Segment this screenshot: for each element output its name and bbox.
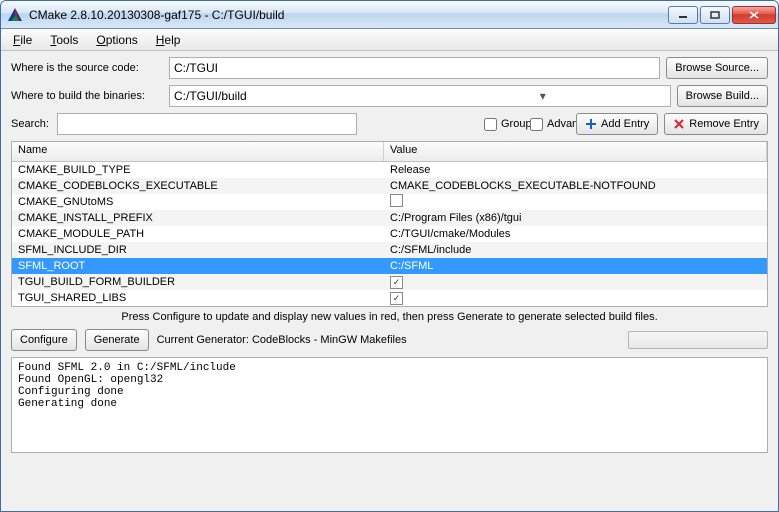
menu-help[interactable]: Help: [148, 31, 189, 49]
minimize-button[interactable]: [668, 6, 698, 24]
output-log[interactable]: Found SFML 2.0 in C:/SFML/include Found …: [11, 357, 768, 453]
cell-value[interactable]: C:/SFML: [384, 260, 767, 272]
cell-name: CMAKE_INSTALL_PREFIX: [12, 212, 384, 224]
table-row[interactable]: TGUI_BUILD_FORM_BUILDER ✓: [12, 274, 767, 290]
titlebar[interactable]: CMake 2.8.10.20130308-gaf175 - C:/TGUI/b…: [1, 1, 778, 29]
window-title: CMake 2.8.10.20130308-gaf175 - C:/TGUI/b…: [29, 8, 668, 22]
build-value: C:/TGUI/build: [174, 89, 420, 103]
browse-source-button[interactable]: Browse Source...: [666, 57, 768, 79]
column-value[interactable]: Value: [384, 142, 767, 161]
cell-value[interactable]: C:/SFML/include: [384, 244, 767, 256]
source-label: Where is the source code:: [11, 62, 163, 74]
checkbox-icon[interactable]: ✓: [390, 276, 403, 289]
remove-icon: [673, 118, 685, 130]
table-row[interactable]: SFML_ROOTC:/SFML: [12, 258, 767, 274]
hint-text: Press Configure to update and display ne…: [11, 311, 768, 323]
generate-button[interactable]: Generate: [85, 329, 149, 351]
cell-value[interactable]: [384, 194, 767, 210]
cell-name: CMAKE_MODULE_PATH: [12, 228, 384, 240]
cell-name: CMAKE_BUILD_TYPE: [12, 164, 384, 176]
progress-bar: [628, 331, 768, 349]
build-combo[interactable]: C:/TGUI/build ▾: [169, 85, 671, 107]
cell-value[interactable]: Release: [384, 164, 767, 176]
table-row[interactable]: CMAKE_MODULE_PATHC:/TGUI/cmake/Modules: [12, 226, 767, 242]
current-generator: Current Generator: CodeBlocks - MinGW Ma…: [157, 334, 407, 346]
remove-entry-button[interactable]: Remove Entry: [664, 113, 768, 135]
menubar: File Tools Options Help: [1, 29, 778, 51]
cache-table: Name Value CMAKE_BUILD_TYPEReleaseCMAKE_…: [11, 141, 768, 307]
chevron-down-icon: ▾: [420, 89, 666, 103]
grouped-checkbox[interactable]: Grouped: [484, 118, 524, 131]
build-label: Where to build the binaries:: [11, 90, 163, 102]
maximize-button[interactable]: [700, 6, 730, 24]
menu-file[interactable]: File: [5, 31, 40, 49]
configure-button[interactable]: Configure: [11, 329, 77, 351]
table-row[interactable]: CMAKE_BUILD_TYPERelease: [12, 162, 767, 178]
checkbox-icon[interactable]: [390, 194, 403, 207]
cell-value[interactable]: ✓: [384, 292, 767, 305]
cell-name: TGUI_BUILD_FORM_BUILDER: [12, 276, 384, 288]
app-icon: [7, 7, 23, 23]
cell-value[interactable]: C:/Program Files (x86)/tgui: [384, 212, 767, 224]
add-entry-button[interactable]: Add Entry: [576, 113, 658, 135]
menu-options[interactable]: Options: [88, 31, 145, 49]
source-input[interactable]: [169, 57, 660, 79]
close-button[interactable]: [732, 6, 776, 24]
table-row[interactable]: SFML_INCLUDE_DIRC:/SFML/include: [12, 242, 767, 258]
plus-icon: [585, 118, 597, 130]
cell-value[interactable]: CMAKE_CODEBLOCKS_EXECUTABLE-NOTFOUND: [384, 180, 767, 192]
column-name[interactable]: Name: [12, 142, 384, 161]
cell-value[interactable]: C:/TGUI/cmake/Modules: [384, 228, 767, 240]
cell-name: CMAKE_CODEBLOCKS_EXECUTABLE: [12, 180, 384, 192]
search-label: Search:: [11, 118, 51, 130]
checkbox-icon[interactable]: ✓: [390, 292, 403, 305]
cmake-window: CMake 2.8.10.20130308-gaf175 - C:/TGUI/b…: [0, 0, 779, 512]
cell-name: TGUI_SHARED_LIBS: [12, 292, 384, 304]
table-row[interactable]: TGUI_SHARED_LIBS ✓: [12, 290, 767, 306]
advanced-checkbox[interactable]: Advanced: [530, 118, 570, 131]
cell-value[interactable]: ✓: [384, 276, 767, 289]
cell-name: SFML_ROOT: [12, 260, 384, 272]
table-row[interactable]: CMAKE_INSTALL_PREFIXC:/Program Files (x8…: [12, 210, 767, 226]
browse-build-button[interactable]: Browse Build...: [677, 85, 768, 107]
cell-name: SFML_INCLUDE_DIR: [12, 244, 384, 256]
table-row[interactable]: CMAKE_GNUtoMS: [12, 194, 767, 210]
search-input[interactable]: [57, 113, 357, 135]
table-row[interactable]: CMAKE_CODEBLOCKS_EXECUTABLECMAKE_CODEBLO…: [12, 178, 767, 194]
menu-tools[interactable]: Tools: [42, 31, 86, 49]
cell-name: CMAKE_GNUtoMS: [12, 196, 384, 208]
